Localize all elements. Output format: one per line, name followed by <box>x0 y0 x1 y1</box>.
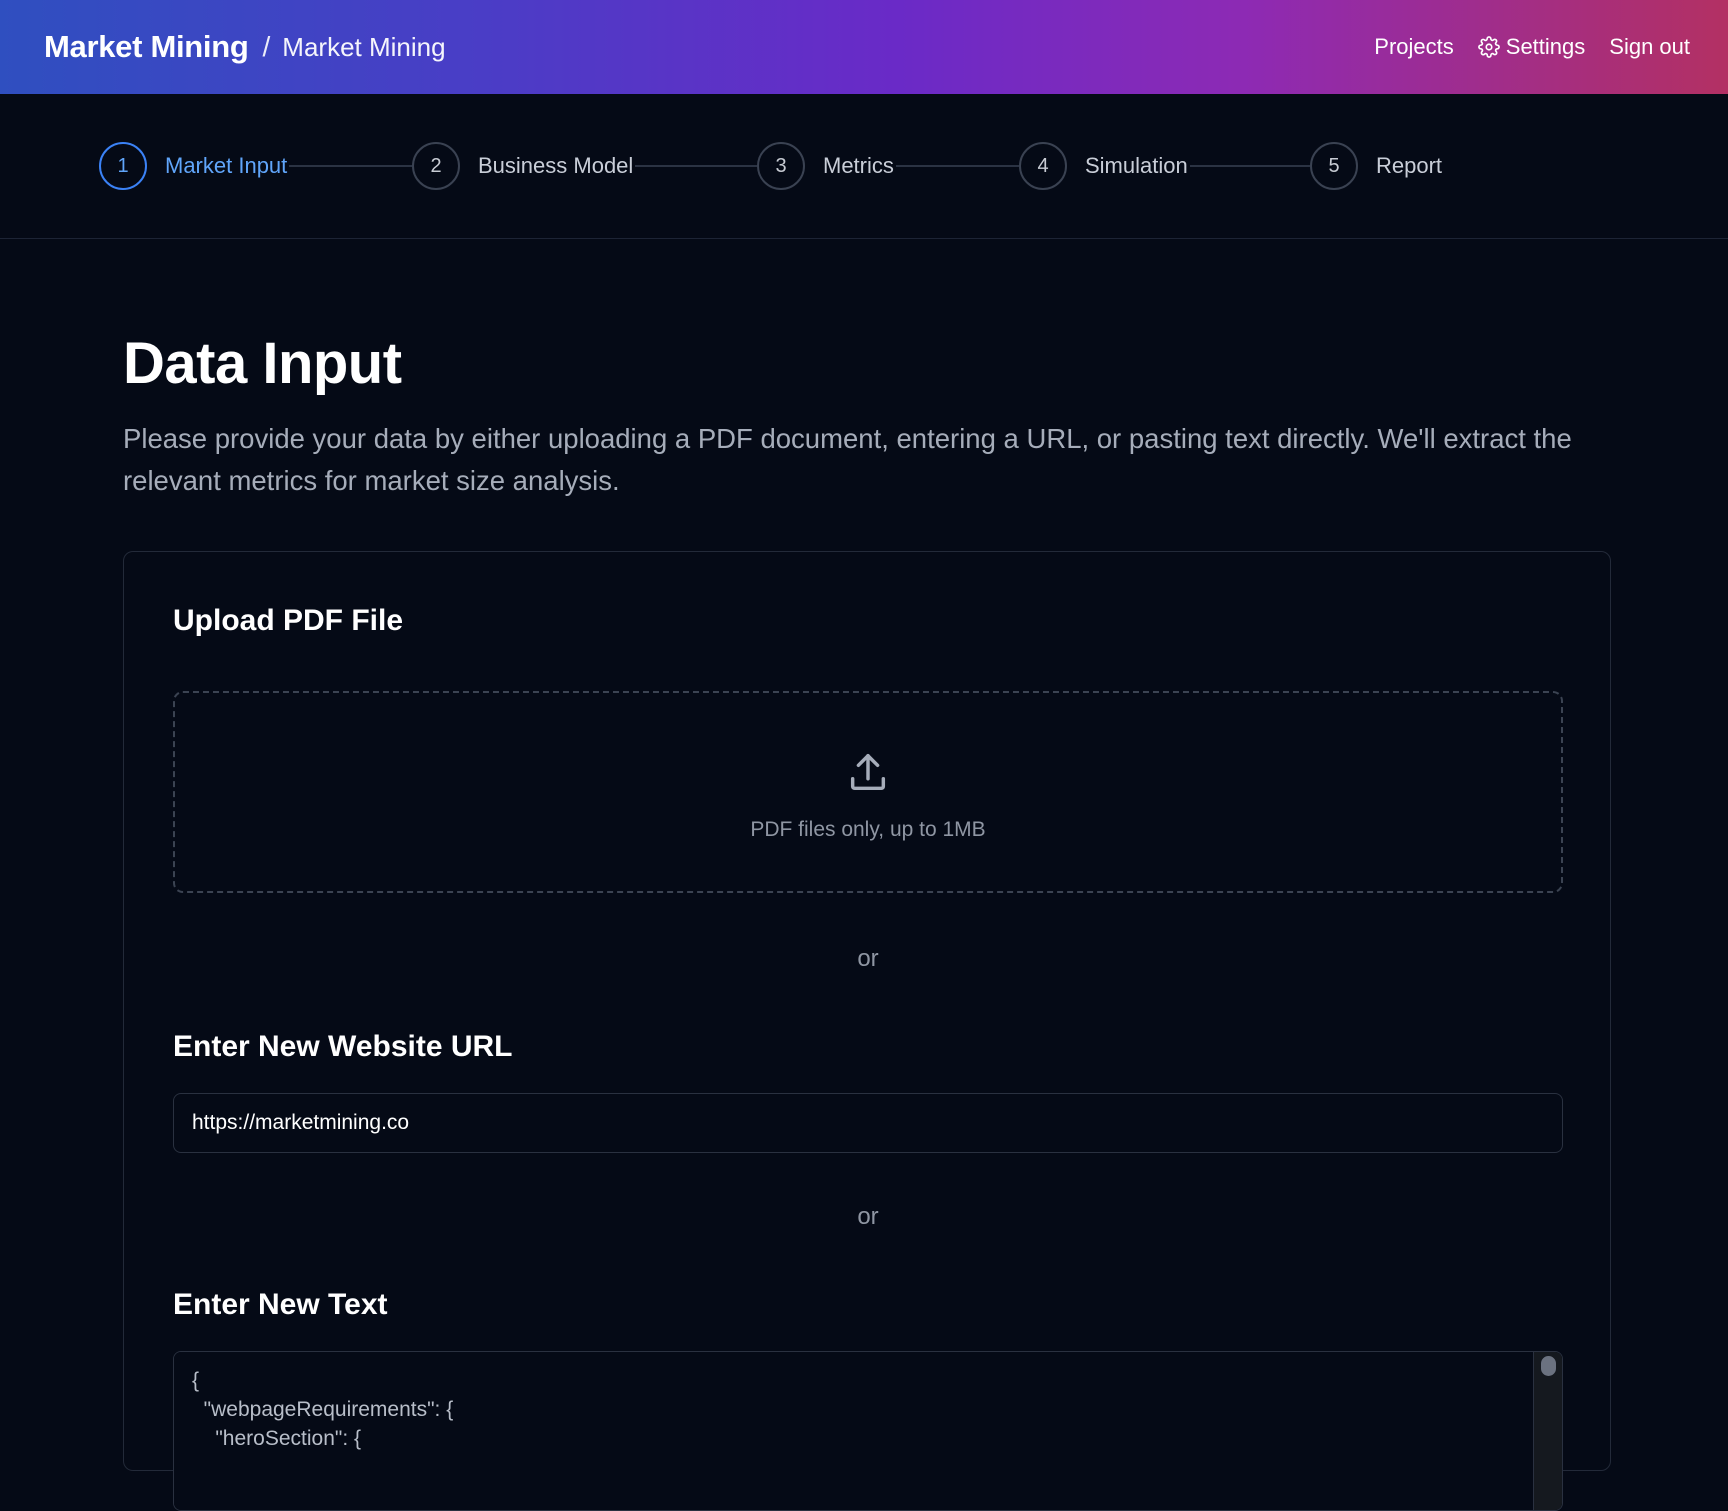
website-url-input[interactable] <box>173 1093 1563 1153</box>
nav-settings-label: Settings <box>1505 34 1586 59</box>
step-label: Report <box>1376 153 1443 178</box>
breadcrumb-separator: / <box>262 31 271 62</box>
sign-out-button[interactable]: Sign out <box>1609 34 1690 60</box>
or-divider: or <box>857 1203 879 1230</box>
url-section-title: Enter New Website URL <box>173 1030 513 1063</box>
text-input-area[interactable]: { "webpageRequirements": { "heroSection"… <box>174 1352 1562 1510</box>
step-market-input[interactable]: 1 Market Input <box>99 142 290 190</box>
step-label: Simulation <box>1085 153 1188 178</box>
step-report[interactable]: 5 Report <box>1310 142 1445 190</box>
step-business-model[interactable]: 2 Business Model <box>412 142 636 190</box>
step-number: 2 <box>412 142 460 190</box>
nav-settings-link[interactable]: Settings <box>1477 34 1586 60</box>
progress-stepper: 1 Market Input 2 Business Model 3 Metric… <box>0 94 1728 239</box>
sign-out-label: Sign out <box>1609 34 1690 59</box>
upload-section-title: Upload PDF File <box>173 604 404 637</box>
nav-projects-label: Projects <box>1374 34 1454 59</box>
pdf-dropzone[interactable]: PDF files only, up to 1MB <box>173 691 1563 893</box>
text-input-wrapper: { "webpageRequirements": { "heroSection"… <box>173 1351 1563 1511</box>
nav-projects-link[interactable]: Projects <box>1374 34 1453 60</box>
step-number: 5 <box>1310 142 1358 190</box>
upload-hint: PDF files only, up to 1MB <box>750 818 986 841</box>
text-section-title: Enter New Text <box>173 1288 388 1321</box>
header-nav: Projects Settings Sign out <box>1374 34 1690 60</box>
brand-breadcrumb: Market Mining / Market Mining <box>44 29 446 65</box>
step-metrics[interactable]: 3 Metrics <box>757 142 896 190</box>
top-navigation-bar: Market Mining / Market Mining Projects S… <box>0 0 1728 94</box>
step-number: 1 <box>99 142 147 190</box>
step-number: 4 <box>1019 142 1067 190</box>
step-simulation[interactable]: 4 Simulation <box>1019 142 1190 190</box>
step-label: Market Input <box>165 153 288 178</box>
step-label: Metrics <box>823 153 894 178</box>
data-input-card: Upload PDF File PDF files only, up to 1M… <box>123 551 1611 1511</box>
or-divider: or <box>857 945 879 972</box>
textarea-scrollbar[interactable] <box>1533 1352 1562 1510</box>
gear-icon <box>1477 36 1500 58</box>
brand-name[interactable]: Market Mining <box>44 29 249 65</box>
step-number: 3 <box>757 142 805 190</box>
page-description: Please provide your data by either uploa… <box>123 423 1572 496</box>
scrollbar-thumb[interactable] <box>1541 1356 1556 1376</box>
current-project-name[interactable]: Market Mining <box>282 32 445 63</box>
page-title: Data Input <box>123 331 402 396</box>
upload-icon <box>850 754 886 791</box>
step-label: Business Model <box>478 153 634 178</box>
